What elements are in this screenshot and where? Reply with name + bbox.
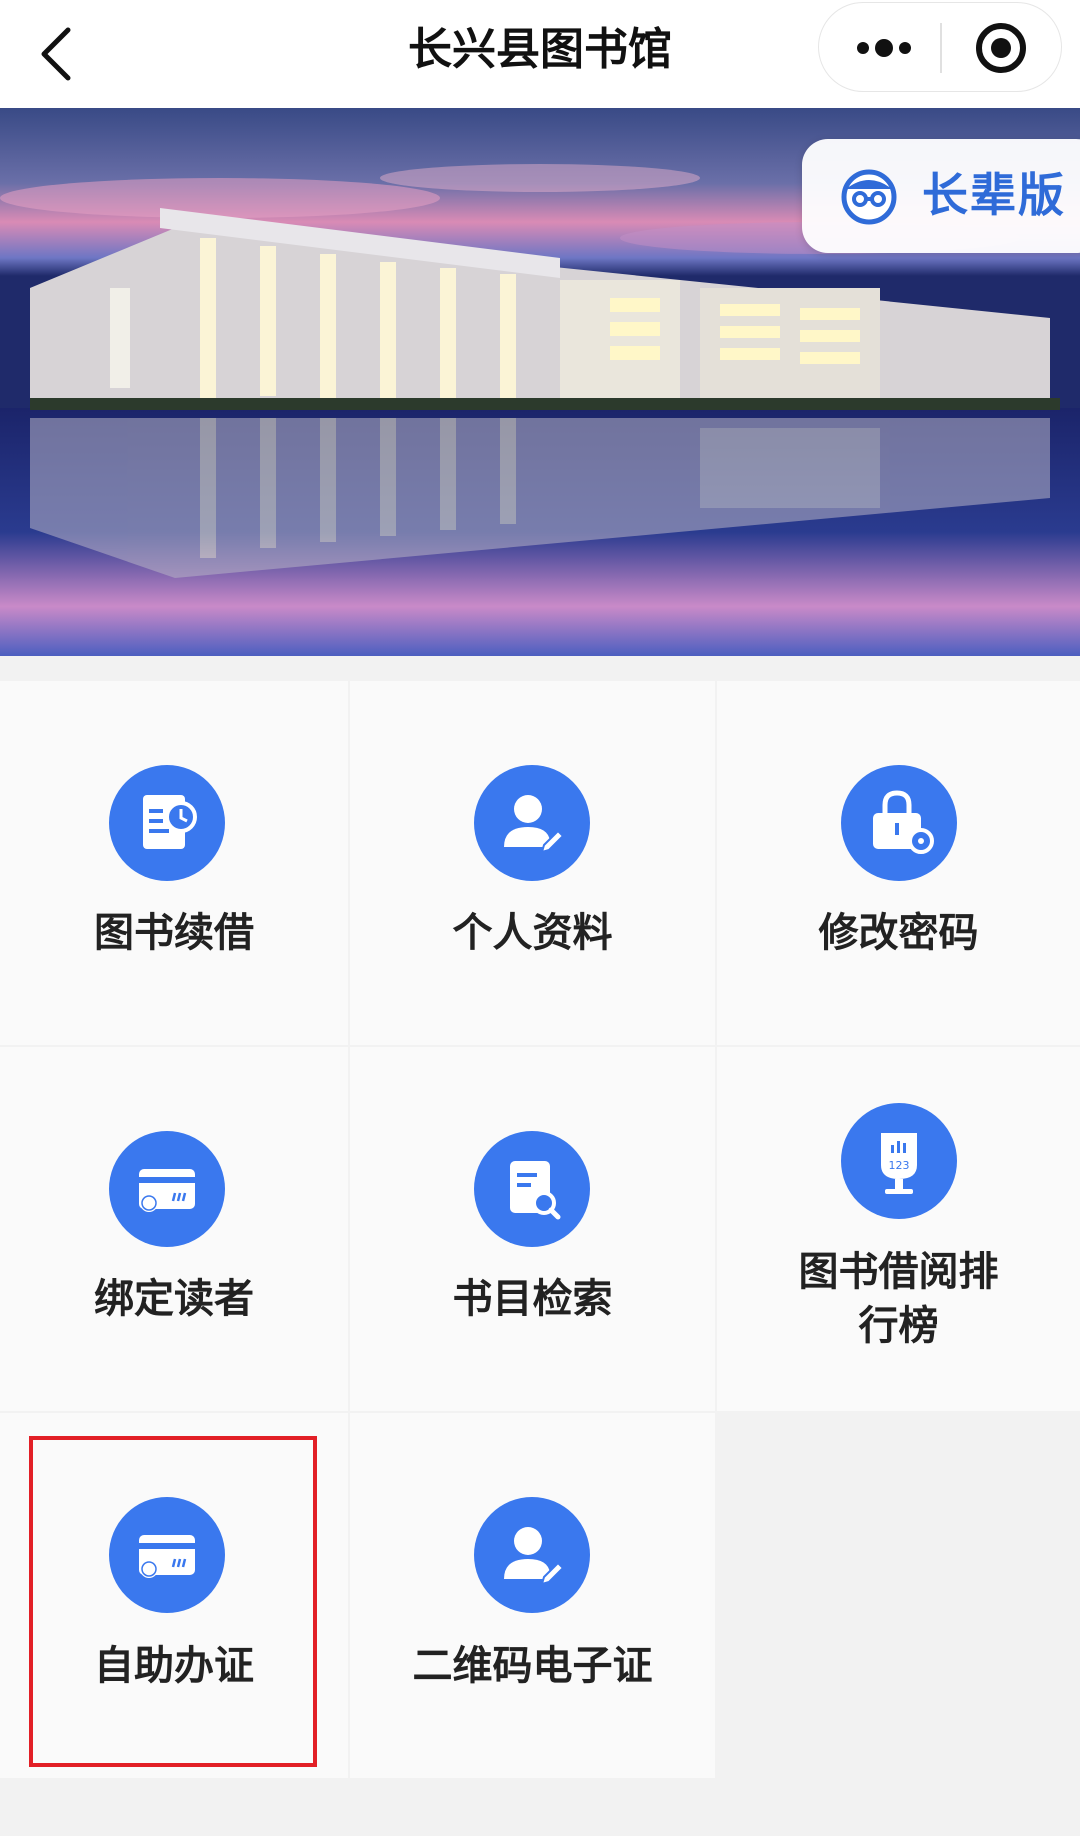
elder-mode-button[interactable]: 长辈版: [802, 139, 1080, 253]
svg-text:123: 123: [889, 1159, 910, 1172]
grid-item-change-password[interactable]: 修改密码: [717, 681, 1080, 1045]
lock-settings-icon: [841, 765, 957, 881]
elder-face-icon: [841, 169, 897, 225]
navigation-bar: 长兴县图书馆: [0, 0, 1080, 108]
document-search-icon: [474, 1131, 590, 1247]
grid-item-label: 修改密码: [818, 910, 979, 956]
close-mini-program-button[interactable]: [941, 3, 1063, 91]
book-renew-icon: [109, 765, 225, 881]
profile-icon: [474, 765, 590, 881]
profile-icon: [474, 1497, 590, 1613]
mini-program-capsule: [818, 2, 1062, 92]
bind-card-icon: [109, 1131, 225, 1247]
grid-item-borrow-ranking[interactable]: 123 图书借阅排行榜: [717, 1047, 1080, 1411]
grid-item-qr-e-card[interactable]: 二维码电子证: [350, 1413, 715, 1778]
grid-item-label: 个人资料: [452, 910, 613, 956]
grid-item-label: 图书续借: [94, 910, 254, 956]
grid-item-book-renew[interactable]: 图书续借: [0, 681, 348, 1045]
ranking-trophy-icon: 123: [841, 1103, 957, 1219]
grid-item-label: 二维码电子证: [412, 1643, 653, 1689]
elder-mode-label: 长辈版: [922, 168, 1066, 222]
more-dots-icon: [857, 39, 911, 57]
grid-item-label: 图书借阅排行榜: [798, 1249, 999, 1349]
library-banner-image: 长辈版: [0, 108, 1080, 656]
grid-item-label: 绑定读者: [94, 1276, 254, 1322]
grid-item-bind-reader[interactable]: 绑定读者: [0, 1047, 348, 1411]
highlight-annotation-box: [29, 1436, 317, 1767]
more-button[interactable]: [819, 3, 941, 91]
target-circle-icon: [976, 23, 1026, 73]
grid-item-profile[interactable]: 个人资料: [350, 681, 715, 1045]
grid-item-label: 书目检索: [452, 1276, 613, 1322]
grid-item-catalog-search[interactable]: 书目检索: [350, 1047, 715, 1411]
